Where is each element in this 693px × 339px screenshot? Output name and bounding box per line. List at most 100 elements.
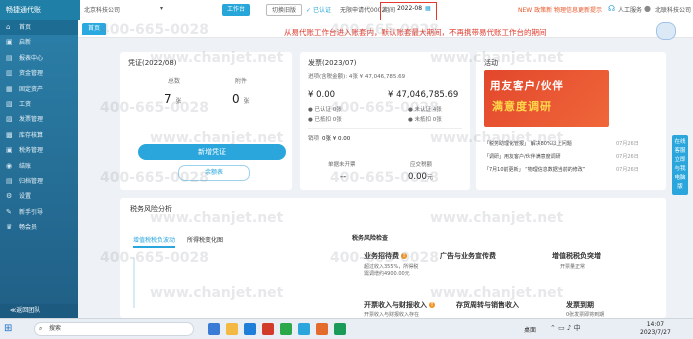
edge-icon[interactable] — [244, 323, 256, 335]
sidebar-item-archive[interactable]: ▤ 归档管理 — [0, 174, 78, 189]
sidebar-item-reports[interactable]: ▤ 报表中心 — [0, 51, 78, 66]
policy-notice[interactable]: NEW 政策新 物理信息更新提示 — [518, 5, 602, 14]
check-inventory-turnover[interactable]: 存货周转与销售收入 — [456, 300, 519, 310]
invoice-in-amount[interactable]: ¥ 0.00 — [308, 90, 335, 100]
sidebar-item-label: 启新 — [19, 39, 32, 47]
app-icon[interactable] — [262, 323, 274, 335]
check-sub: 0张发票即将到期 — [566, 312, 605, 318]
tax-due[interactable]: 0.00元 — [408, 172, 433, 182]
sidebar-item-label: 畅会员 — [19, 224, 38, 232]
user-name[interactable]: 北联科技公司 — [655, 5, 691, 14]
sidebar-item-start[interactable]: ▣ 启新 — [0, 35, 78, 50]
gear-icon: ⚙ — [6, 192, 13, 201]
activity-item[interactable]: 「税务助理化管报」 解决80%以上问题 — [484, 140, 614, 147]
sidebar-item-label: 设置 — [19, 193, 32, 201]
check-sub: 开票收入与财报收入存在 — [364, 312, 420, 318]
back-to-team-button[interactable]: ≪返回团队 — [0, 304, 78, 318]
app-icon[interactable] — [298, 323, 310, 335]
sidebar-item-label: 税务管理 — [19, 147, 44, 155]
invoice-out-amount[interactable]: ¥ 47,046,785.69 — [388, 90, 458, 100]
closing-icon: ◉ — [6, 161, 13, 170]
top-bar: 畅捷通代账 北京科技公司 ▾ 工作台 切换旧版 ✓ 已认证 无限申请代0002 … — [0, 0, 693, 21]
new-voucher-button[interactable]: 新增凭证 — [138, 144, 286, 160]
sidebar-item-settings[interactable]: ⚙ 设置 — [0, 189, 78, 204]
support-link[interactable]: 人工服务 — [618, 5, 642, 14]
check-advertising[interactable]: 广告与业务宣传费 — [440, 251, 496, 261]
archive-icon: ▤ — [6, 176, 13, 185]
chevron-down-icon[interactable]: ▾ — [160, 5, 163, 12]
workbench-button[interactable]: 工作台 — [222, 4, 251, 16]
warning-icon: ! — [429, 302, 435, 308]
invoice-deducted: ● 已抵扣 0张 — [308, 117, 342, 123]
app-logo[interactable]: 畅捷通代账 — [0, 0, 80, 20]
company-selector[interactable]: 北京科技公司 — [84, 5, 120, 14]
voucher-total[interactable]: 7 张 — [164, 92, 181, 106]
sidebar-item-guide[interactable]: ✎ 新手引导 — [0, 205, 78, 220]
sidebar-item-label: 结账 — [19, 162, 32, 170]
sidebar-item-fixed-assets[interactable]: ▦ 固定资产 — [0, 82, 78, 97]
check-invoice-expiry[interactable]: 发票到期 — [566, 300, 594, 310]
sidebar-item-inventory[interactable]: ▩ 库存核算 — [0, 128, 78, 143]
tab-home[interactable]: 首页 — [82, 23, 107, 35]
invoice-undeducted: ● 未抵扣 0张 — [408, 117, 442, 123]
tray-icons[interactable]: ⌃ ▭ ♪ 中 — [550, 323, 581, 333]
sidebar-item-label: 工资 — [19, 100, 32, 108]
balance-sheet-button[interactable]: 余额表 — [178, 165, 250, 181]
switch-old-version-button[interactable]: 切换旧版 — [266, 4, 303, 16]
activity-item[interactable]: 「调研」用友客户/伙伴满意度调研 — [484, 153, 614, 160]
app-icon[interactable] — [334, 323, 346, 335]
windows-start-icon[interactable]: ⊞ — [4, 323, 16, 335]
invoice-certified: ● 已认证 0张 — [308, 107, 342, 113]
check-sub: 需调增约4900.00元 — [364, 271, 410, 277]
tax-value[interactable]: 0张 ¥ 0.00 — [322, 134, 350, 142]
check-entertainment[interactable]: 业务招待费! — [364, 251, 407, 261]
user-icon[interactable]: ● — [644, 4, 651, 13]
sidebar-item-label: 固定资产 — [19, 85, 44, 93]
sidebar-item-invoices[interactable]: ▨ 发票管理 — [0, 112, 78, 127]
warning-icon: ! — [401, 253, 407, 259]
sidebar-item-funds[interactable]: ▥ 资金管理 — [0, 66, 78, 81]
app-icon[interactable] — [316, 323, 328, 335]
voucher-title: 凭证(2022/08) — [128, 59, 177, 67]
sidebar-item-payroll[interactable]: ▧ 工资 — [0, 97, 78, 112]
taskbar-search[interactable]: ⌕ 搜索 — [34, 322, 194, 336]
activity-item[interactable]: 「7月10前更新」 “物理信息数据当前的修改” — [484, 166, 614, 173]
sidebar-item-tax[interactable]: ▣ 税务管理 — [0, 143, 78, 158]
tax-due-value: 0.00 — [408, 172, 427, 182]
task-view-icon[interactable] — [208, 323, 220, 335]
headset-icon[interactable]: ☊ — [608, 4, 615, 13]
member-icon: ♛ — [6, 223, 13, 232]
online-service-float[interactable]: 在线 客服 立即 与我 电脑 版 — [672, 135, 688, 195]
assistant-avatar[interactable] — [656, 22, 676, 40]
report-icon: ▤ — [6, 53, 13, 62]
inventory-icon: ▩ — [6, 130, 13, 139]
desktop-label[interactable]: 桌面 — [524, 325, 536, 334]
sidebar-item-label: 归档管理 — [19, 177, 44, 185]
file-explorer-icon[interactable] — [226, 323, 238, 335]
chrome-icon[interactable] — [280, 323, 292, 335]
chart-area — [133, 258, 135, 308]
unbilled-value[interactable]: -- — [340, 172, 346, 182]
check-billing-vs-report[interactable]: 开票收入与财报收入! — [364, 300, 435, 310]
voucher-attach[interactable]: 0 张 — [232, 92, 249, 106]
banner-line1: 用友客户/伙伴 — [490, 80, 564, 92]
voucher-attach-label: 附件 — [235, 78, 248, 85]
float-text: 客服 — [674, 148, 686, 154]
sidebar-item-closing[interactable]: ◉ 结账 — [0, 159, 78, 174]
voucher-total-value: 7 — [164, 92, 172, 106]
sidebar-item-membership[interactable]: ♛ 畅会员 — [0, 220, 78, 235]
sidebar-item-label: 发票管理 — [19, 116, 44, 124]
check-vat-surge[interactable]: 增值税税负突增 — [552, 251, 601, 261]
float-text: 立即 — [674, 157, 686, 163]
survey-banner[interactable]: 用友客户/伙伴 满意度调研 — [484, 70, 609, 127]
taskbar-clock[interactable]: 14:07 2023/7/27 — [640, 321, 671, 337]
tab-vat-burden[interactable]: 增值税税负波动 — [133, 235, 176, 248]
voucher-total-label: 总数 — [168, 78, 181, 85]
tab-income-tax-trend[interactable]: 所得税变化图 — [187, 235, 223, 244]
sidebar-item-label: 新手引导 — [19, 208, 44, 216]
invoice-icon: ▨ — [6, 115, 13, 124]
clock-date: 2023/7/27 — [640, 329, 671, 336]
voucher-total-unit: 张 — [175, 98, 182, 105]
sidebar-item-home[interactable]: ⌂ 首页 — [0, 20, 78, 36]
os-taskbar: ⊞ ⌕ 搜索 桌面 ⌃ ▭ ♪ 中 14:07 2023/7/27 — [0, 318, 693, 339]
